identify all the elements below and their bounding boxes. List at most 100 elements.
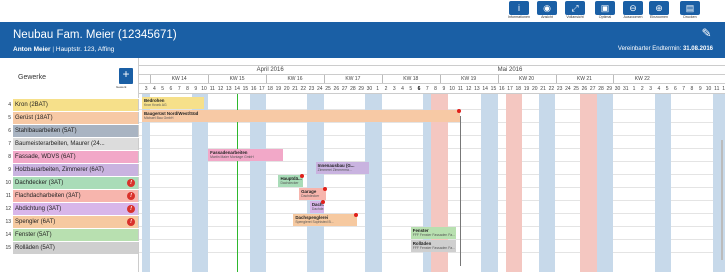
trade-row[interactable]: 6 Stahlbauarbeiten (5AT) [0,124,139,137]
task-bar[interactable]: Rolläden FFF Fenster Fassaden Fa... [410,240,457,252]
trades-header: Gewerke + Gewerk [0,66,139,92]
info-button[interactable]: i [509,1,529,15]
trade-row[interactable]: 5 Gerüst (18AT) [0,111,139,124]
task-company: FFF Fenster Fassaden Fa... [412,246,455,250]
non-working-day-column [605,94,614,272]
fullscreen-button[interactable]: ⤢ [565,1,585,15]
zoom-in-button[interactable]: ⊕ [649,1,669,15]
trade-row-number: 13 [0,216,11,228]
week-label: KW 17 [345,76,361,82]
task-company: Dachdecker [301,194,320,198]
week-divider [555,75,557,83]
trade-row[interactable]: 9 Holzbauarbeiten, Zimmerer (6AT) [0,163,139,176]
trade-row[interactable]: 15 Rolläden (5AT) [0,241,139,254]
trade-row[interactable]: 11 Flachdacharbeiten (3AT)! [0,189,139,202]
trade-row[interactable]: 8 Fassade, WDVS (6AT) [0,150,139,163]
fit-icon: ▣ [600,3,610,13]
week-divider [266,75,268,83]
week-divider [208,75,210,83]
task-bar[interactable]: Bedrohen Kron Kronk AG [142,97,205,109]
dependency-line [460,116,462,266]
day-label: 19 [275,86,282,92]
day-label: 27 [589,86,596,92]
day-label: 4 [657,86,661,92]
vertical-scrollbar[interactable] [721,140,723,260]
non-working-day-column [481,94,490,272]
trade-row[interactable]: 7 Baumeisterarbeiten, Maurer (24... [0,137,139,150]
week-divider [497,75,499,83]
non-working-day-column [663,94,672,272]
day-label: 6 [417,86,421,92]
warning-icon[interactable]: ! [127,218,135,226]
week-divider [381,75,383,83]
week-label: KW 15 [229,76,245,82]
fit-button[interactable]: ▣ [595,1,615,15]
day-label: 20 [532,86,538,92]
day-label: 25 [325,86,331,92]
warning-icon[interactable]: ! [127,192,135,200]
toolbar-button-label: Informationen [508,15,530,19]
day-label: 22 [548,86,555,92]
eye-button[interactable]: ◉ [537,1,557,15]
warning-icon[interactable]: ! [127,179,135,187]
week-label: KW 20 [519,76,535,82]
trade-row-label: Abdichtung (3AT) [13,203,138,215]
trade-row-label: Gerüst (18AT) [13,112,138,124]
task-bar[interactable]: Baugerüst Nord/West/Süd Michael Bau GmbH [142,110,461,122]
trade-row[interactable]: 14 Fenster (5AT) [0,228,139,241]
day-label: 10 [705,86,712,92]
print-button[interactable]: ▤ [680,1,700,15]
add-trade-button[interactable]: + [119,68,133,84]
trade-row-number: 6 [0,125,11,137]
task-bar[interactable]: Dachspenglerei Spenglerei Sophisted B... [293,214,357,226]
non-working-day-column [588,94,597,272]
day-label: 1 [376,86,380,92]
day-label: 9 [194,86,198,92]
warning-icon[interactable]: ! [127,205,135,213]
trade-row-label: Baumeisterarbeiten, Maurer (24... [13,138,138,150]
week-label: KW 18 [403,76,419,82]
trade-row-number: 4 [0,99,11,111]
edit-icon[interactable]: ✎ [700,27,713,40]
day-label: 13 [226,86,232,92]
task-bar[interactable]: Fassadenarbeiten Martin Maier Montage Gmb… [208,149,283,161]
day-label: 28 [598,86,604,92]
eye-icon: ◉ [543,3,551,13]
day-label: 12 [217,86,224,92]
day-label: 19 [523,86,530,92]
non-working-day-column [489,94,498,272]
month-label: Mai 2016 [497,67,523,73]
deadline: Vereinbarter Endtermin: 31.08.2016 [618,46,713,52]
trade-row-label: Rolläden (5AT) [13,242,138,254]
trade-row-label: Kron (2BAT) [13,99,138,111]
day-label: 24 [317,86,323,92]
trade-row-label: Spengler (6AT) [13,216,138,228]
task-bar[interactable]: Garage Dachdecker [299,188,327,200]
day-label: 11 [457,86,463,92]
day-label: 30 [614,86,621,92]
non-working-day-column [538,94,548,272]
gantt-chart[interactable]: April 2016 Mai 2016 KW 14 KW 15 KW 16 KW 17 KW… [139,58,725,272]
trade-row[interactable]: 13 Spengler (6AT)! [0,215,139,228]
day-label: 23 [556,86,563,92]
day-label: 12 [722,86,725,92]
trade-row-label: Fenster (5AT) [13,229,138,241]
info-icon: i [518,3,520,13]
day-label: 20 [283,86,290,92]
day-label: 4 [153,86,156,92]
toolbar-button-label: Drucken [683,15,697,19]
zoom-out-button[interactable]: ⊖ [623,1,643,15]
day-label: 11 [714,86,720,92]
day-label: 24 [565,86,571,92]
task-bar[interactable]: Fenster FFF Fenster Fassaden Fa... [410,227,457,239]
day-label: 22 [300,86,307,92]
day-label: 5 [161,86,165,92]
task-bar[interactable]: Innenausbau (G... Zimmerei Zimmerma... [315,162,370,174]
week-label: KW 14 [171,76,187,82]
trade-row[interactable]: 12 Abdichtung (3AT)! [0,202,139,215]
deadline-label: Vereinbarter Endtermin: [617,46,682,52]
trades-title: Gewerke [18,74,47,81]
trade-row[interactable]: 10 Dachdecker (3AT)! [0,176,139,189]
trade-row[interactable]: 4 Kron (2BAT) [0,98,139,111]
deadline-value: 31.08.2016 [682,46,713,52]
